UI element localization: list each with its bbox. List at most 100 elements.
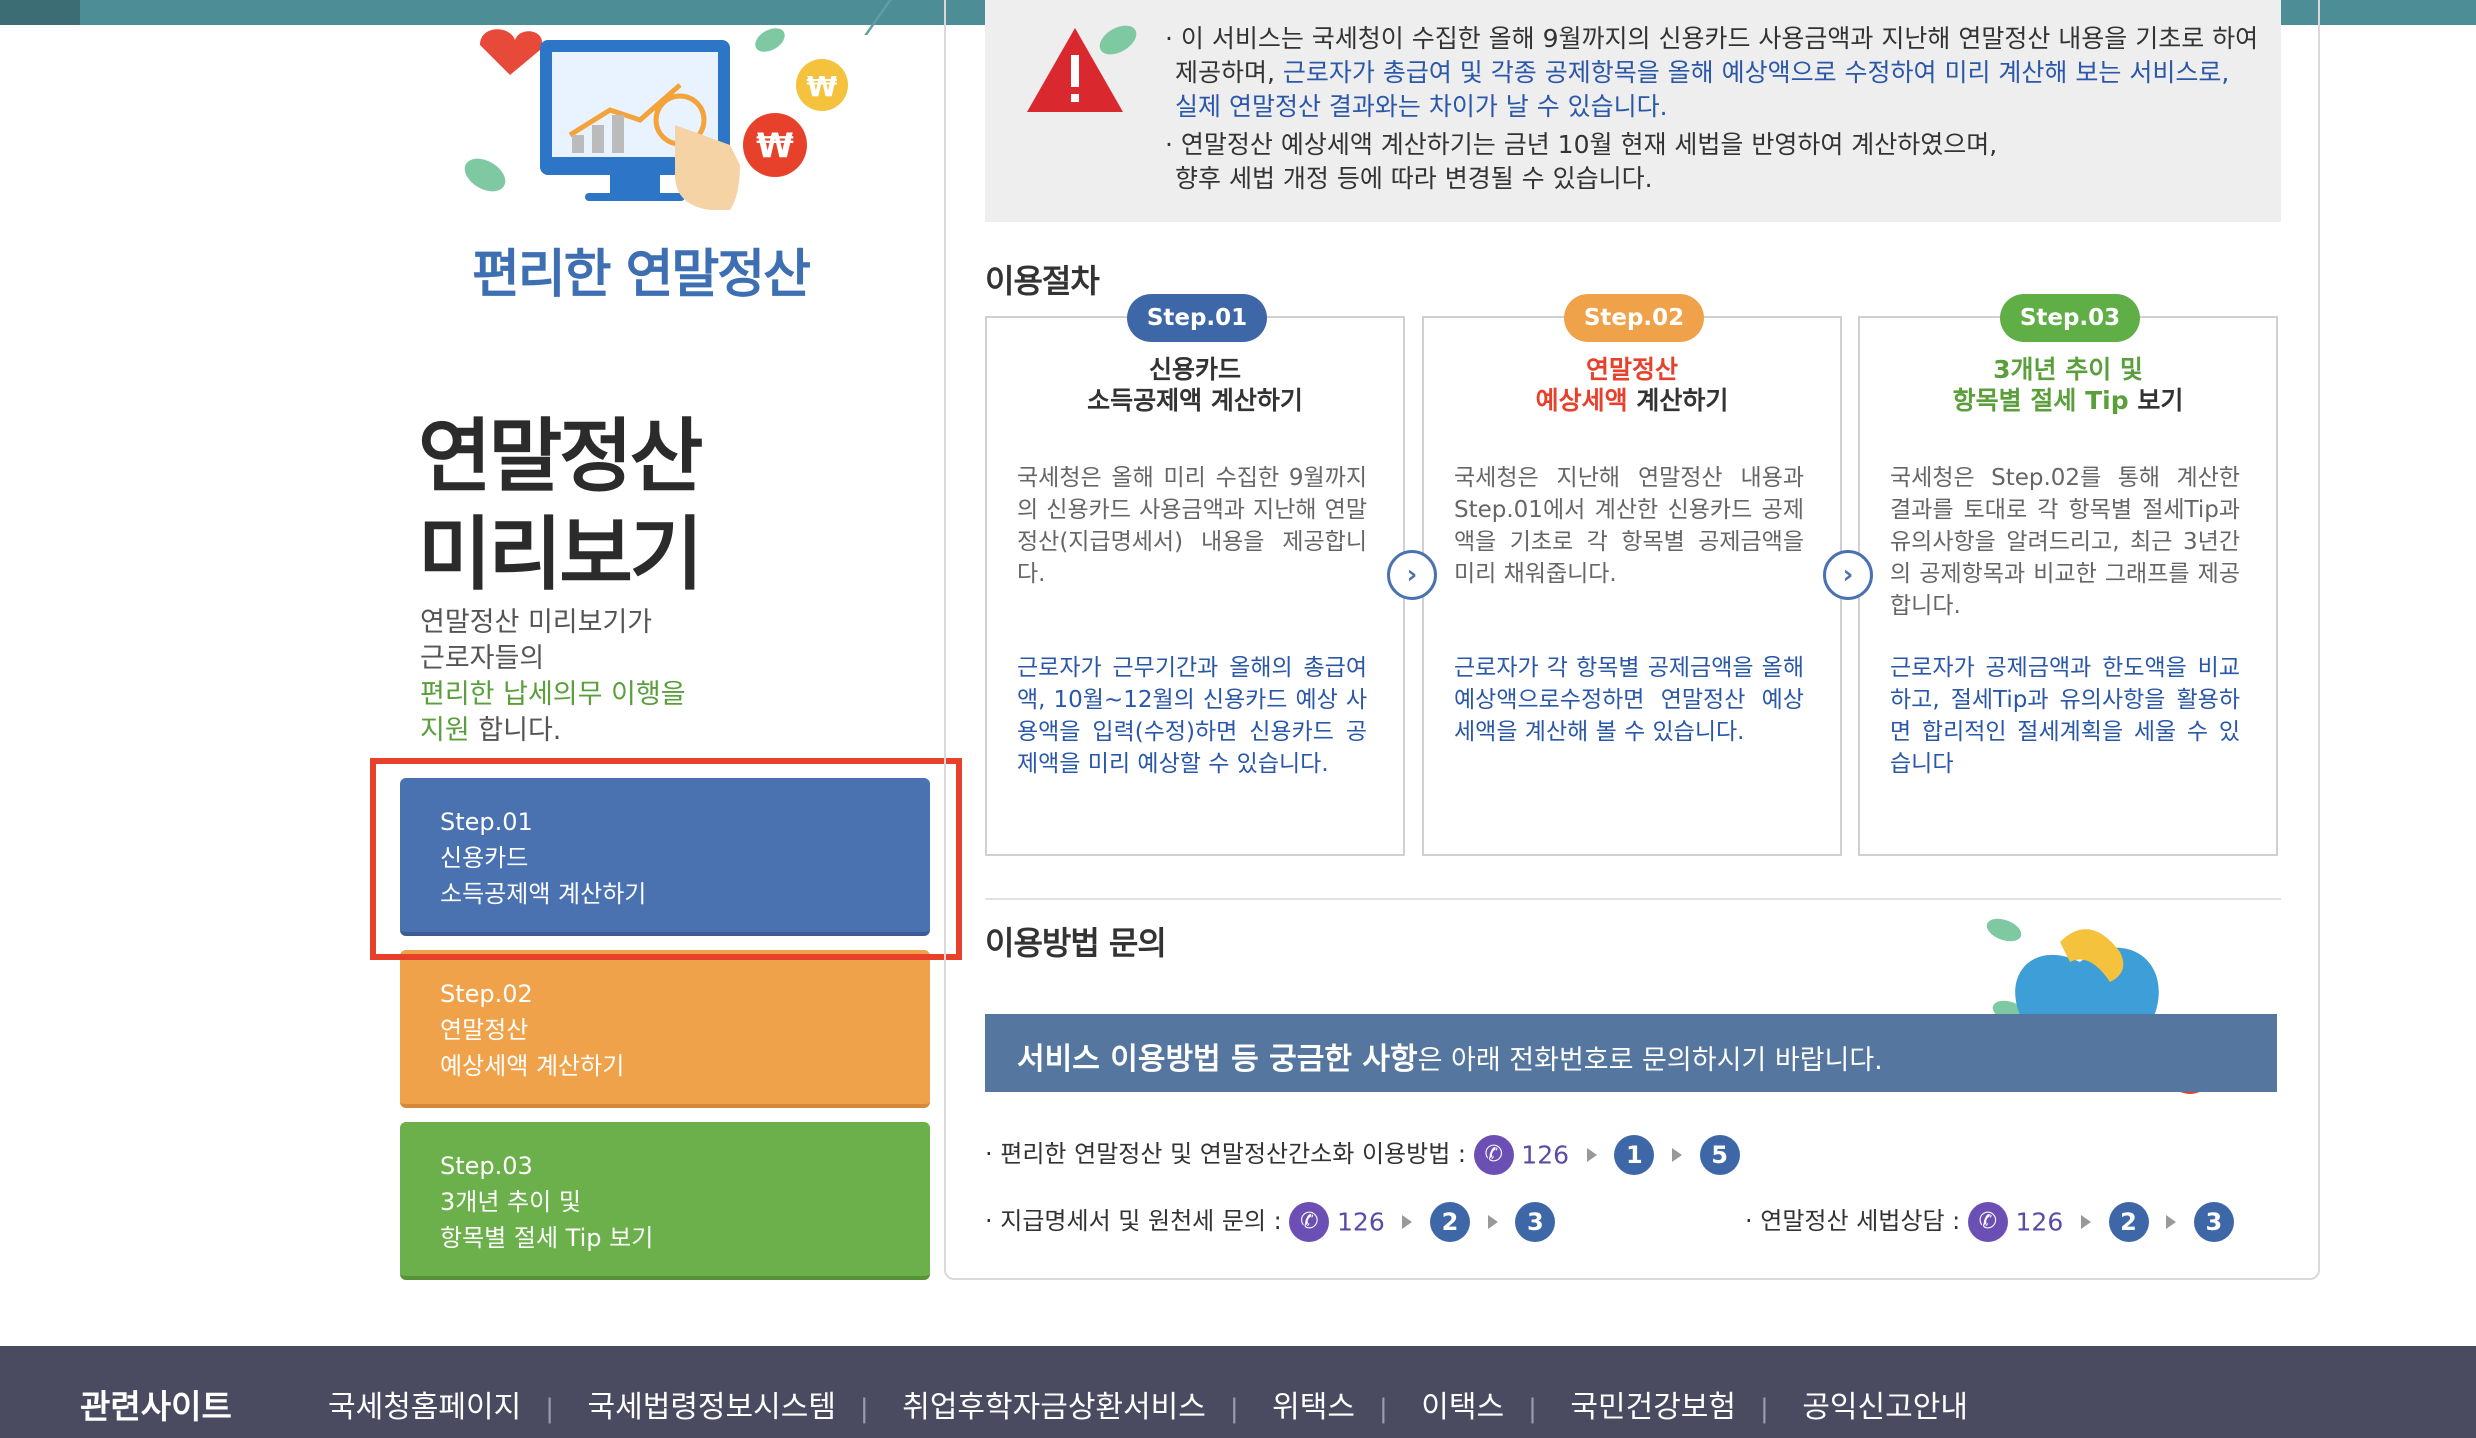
footer-link-etax[interactable]: 이택스 (1421, 1390, 1504, 1425)
procedure-card-1: Step.01 신용카드 소득공제액 계산하기 국세청은 올해 미리 수집한 9… (985, 294, 1405, 856)
step2-label: 연말정산 (440, 1016, 529, 1044)
contact-row-1: · 편리한 연말정산 및 연말정산간소화 이용방법 : ✆ 126 1 5 (985, 1134, 1740, 1175)
notice-line4: · 연말정산 예상세액 계산하기는 금년 10월 현재 세법을 반영하여 계산하… (1165, 130, 1998, 159)
notice-line2b: 근로자가 총급여 및 각종 공제항목을 올해 예상액으로 수정하여 미리 계산해… (1282, 58, 2230, 87)
arrow-icon (2080, 1215, 2091, 1229)
intro-highlight-2: 지원 (420, 715, 470, 746)
step2-button[interactable]: Step.02 연말정산 예상세액 계산하기 (400, 950, 930, 1108)
notice-line2a: 제공하며, (1175, 58, 1283, 87)
card3-title-highlight: 항목별 절세 Tip (1952, 386, 2129, 415)
page-title-line2: 미리보기 (418, 508, 703, 601)
next-arrow-icon: › (1387, 550, 1437, 600)
section-divider (985, 898, 2281, 900)
hero-illustration: ₩ ₩ (464, 28, 848, 210)
next-arrow-icon: › (1823, 550, 1873, 600)
card1-note: 근로자가 근무기간과 올해의 총급여액, 10월~12월의 신용카드 예상 사용… (1017, 655, 1367, 777)
svg-text:₩: ₩ (807, 70, 838, 103)
arrow-icon (2166, 1215, 2177, 1229)
hero-title: 편리한 연말정산 (472, 245, 811, 305)
notice-line3: 실제 연말정산 결과와는 차이가 날 수 있습니다. (1175, 92, 1668, 121)
key-badge: 5 (1699, 1135, 1740, 1175)
top-bar-stripe (864, 0, 899, 35)
card3-title-rest: 보기 (2128, 386, 2184, 415)
contact-row-2: · 지급명세서 및 원천세 문의 : ✆ 126 2 3 (985, 1201, 1556, 1242)
inquiry-banner: 서비스 이용방법 등 궁금한 사항은 아래 전화번호로 문의하시기 바랍니다. (985, 1014, 2277, 1092)
step3-sublabel: 항목별 절세 Tip 보기 (440, 1224, 654, 1252)
footer-link-law[interactable]: 국세법령정보시스템 (588, 1390, 836, 1425)
card1-step-pill: Step.01 (1127, 294, 1267, 342)
card2-title: 연말정산 예상세액 계산하기 (1424, 354, 1840, 416)
card2-step-pill: Step.02 (1564, 294, 1704, 342)
card3-step-pill: Step.03 (2000, 294, 2140, 342)
inquiry-title: 이용방법 문의 (985, 924, 1167, 962)
card2-description: 국세청은 지난해 연말정산 내용과 Step.01에서 계산한 신용카드 공제액… (1454, 465, 1804, 587)
footer-link-health-insurance[interactable]: 국민건강보험 (1570, 1390, 1736, 1425)
key-badge: 1 (1614, 1135, 1655, 1175)
card1-title: 신용카드 소득공제액 계산하기 (987, 354, 1403, 416)
contact-row3-label: · 연말정산 세법상담 : (1745, 1207, 1961, 1235)
intro-text: 연말정산 미리보기가 근로자들의 편리한 납세의무 이행을 지원 합니다. (420, 605, 686, 749)
page-title-line1: 연말정산 (418, 410, 703, 503)
footer-separator: | (1378, 1394, 1388, 1424)
intro-line1: 연말정산 미리보기가 (420, 607, 653, 638)
notice-line1: · 이 서비스는 국세청이 수집한 올해 9월까지의 신용카드 사용금액과 지난… (1165, 24, 2259, 53)
step3-button[interactable]: Step.03 3개년 추이 및 항목별 절세 Tip 보기 (400, 1122, 930, 1280)
footer-separator: | (545, 1394, 554, 1424)
phone-number: 126 (1337, 1207, 1385, 1237)
footer-link-wetax[interactable]: 위택스 (1272, 1390, 1355, 1425)
contact-row1-label: · 편리한 연말정산 및 연말정산간소화 이용방법 : (985, 1140, 1467, 1168)
inquiry-banner-bold: 서비스 이용방법 등 궁금한 사항 (1017, 1042, 1418, 1077)
contact-row2-label: · 지급명세서 및 원천세 문의 : (985, 1207, 1282, 1235)
arrow-icon (1487, 1215, 1498, 1229)
step3-label: 3개년 추이 및 (440, 1188, 581, 1216)
phone-icon: ✆ (1289, 1202, 1330, 1242)
contact-row-3: · 연말정산 세법상담 : ✆ 126 2 3 (1745, 1201, 2234, 1242)
card2-title-highlight: 예상세액 (1535, 386, 1628, 415)
top-bar-accent (0, 0, 80, 25)
key-badge: 2 (1430, 1202, 1471, 1242)
svg-text:₩: ₩ (756, 126, 794, 166)
phone-icon: ✆ (1473, 1135, 1514, 1175)
procedure-card-3: Step.03 3개년 추이 및 항목별 절세 Tip 보기 국세청은 Step… (1858, 294, 2278, 856)
card3-note: 근로자가 공제금액과 한도액을 비교하고, 절세Tip과 유의사항을 활용하면 … (1890, 655, 2240, 777)
footer-link-report[interactable]: 공익신고안내 (1802, 1390, 1968, 1425)
phone-icon: ✆ (1967, 1202, 2008, 1242)
footer-separator: | (1528, 1394, 1537, 1424)
key-badge: 3 (1515, 1202, 1556, 1242)
footer-link-student-loan[interactable]: 취업후학자금상환서비스 (902, 1390, 1206, 1425)
notice-box: · 이 서비스는 국세청이 수집한 올해 9월까지의 신용카드 사용금액과 지난… (985, 0, 2281, 222)
step3-number: Step.03 (440, 1152, 533, 1180)
inquiry-banner-text: 은 아래 전화번호로 문의하시기 바랍니다. (1417, 1045, 1883, 1076)
intro-highlight: 편리한 납세의무 이행을 (420, 679, 686, 710)
card1-title-line1: 신용카드 (1148, 355, 1241, 384)
card3-title-line1: 3개년 추이 및 (1993, 355, 2143, 384)
card1-title-line2: 소득공제액 계산하기 (1087, 386, 1303, 415)
warning-icon (1027, 25, 1137, 112)
card1-description: 국세청은 올해 미리 수집한 9월까지의 신용카드 사용금액과 지난해 연말정산… (1017, 465, 1367, 587)
procedure-title: 이용절차 (985, 262, 1100, 300)
footer-links: 국세청홈페이지 | 국세법령정보시스템 | 취업후학자금상환서비스 | 위택스 | 이택… (328, 1382, 1968, 1426)
phone-number: 126 (2015, 1207, 2064, 1237)
arrow-icon (1402, 1215, 1413, 1229)
footer-link-nts[interactable]: 국세청홈페이지 (328, 1390, 521, 1425)
selection-highlight (370, 758, 962, 960)
step2-sublabel: 예상세액 계산하기 (440, 1052, 625, 1080)
footer-label: 관련사이트 (80, 1387, 232, 1426)
card2-title-rest: 계산하기 (1627, 386, 1729, 415)
key-badge: 3 (2193, 1202, 2234, 1242)
procedure-card-2: Step.02 연말정산 예상세액 계산하기 국세청은 지난해 연말정산 내용과… (1422, 294, 1842, 856)
footer-separator: | (859, 1394, 869, 1424)
intro-line2: 근로자들의 (420, 643, 545, 674)
card2-title-line1: 연말정산 (1585, 355, 1678, 384)
footer: 관련사이트 국세청홈페이지 | 국세법령정보시스템 | 취업후학자금상환서비스 | 위… (0, 1346, 2476, 1438)
notice-line5: 향후 세법 개정 등에 따라 변경될 수 있습니다. (1175, 164, 1653, 193)
intro-end: 합니다. (469, 715, 562, 746)
arrow-icon (1586, 1148, 1597, 1162)
footer-separator: | (1229, 1394, 1239, 1424)
card2-note: 근로자가 각 항목별 공제금액을 올해예상액으로수정하면 연말정산 예상세액을 … (1454, 655, 1804, 745)
phone-number: 126 (1521, 1140, 1570, 1170)
footer-separator: | (1760, 1394, 1769, 1424)
step2-number: Step.02 (440, 980, 533, 1008)
arrow-icon (1671, 1148, 1682, 1162)
key-badge: 2 (2108, 1202, 2149, 1242)
